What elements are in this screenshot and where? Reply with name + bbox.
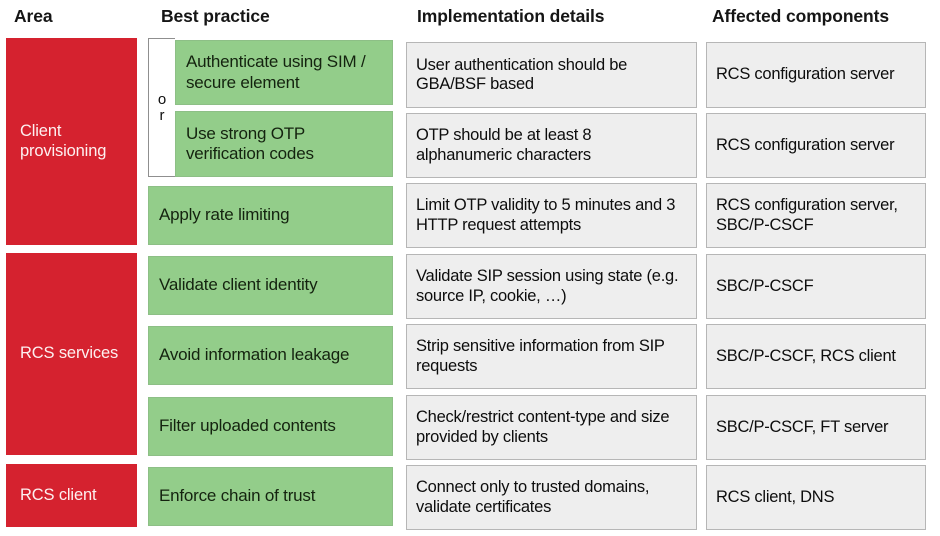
implementation-details-cell: OTP should be at least 8 alphanumeric ch… — [406, 113, 697, 178]
affected-components-cell: SBC/P-CSCF, RCS client — [706, 324, 926, 389]
affected-components-text: SBC/P-CSCF, RCS client — [716, 346, 896, 365]
best-practice-text: Apply rate limiting — [159, 205, 290, 225]
area-cell-client-provisioning: Client provisioning — [6, 38, 137, 245]
column-header-area: Area — [14, 6, 53, 26]
implementation-details-text: User authentication should be GBA/BSF ba… — [416, 55, 628, 93]
best-practice-cell: Use strong OTP verification codes — [175, 111, 393, 177]
best-practice-text: Use strong OTP verification codes — [186, 123, 314, 163]
implementation-details-cell: Limit OTP validity to 5 minutes and 3 HT… — [406, 183, 697, 248]
affected-components-cell: SBC/P-CSCF, FT server — [706, 395, 926, 460]
implementation-details-cell: Strip sensitive information from SIP req… — [406, 324, 697, 389]
implementation-details-text: Strip sensitive information from SIP req… — [416, 337, 665, 375]
affected-components-cell: SBC/P-CSCF — [706, 254, 926, 319]
or-letter-o: o — [157, 91, 167, 109]
implementation-details-text: OTP should be at least 8 alphanumeric ch… — [416, 126, 592, 164]
best-practice-cell: Validate client identity — [148, 256, 393, 315]
area-label: RCS client — [20, 485, 97, 504]
affected-components-text: RCS configuration server — [716, 65, 895, 84]
best-practice-cell: Enforce chain of trust — [148, 467, 393, 526]
implementation-details-text: Limit OTP validity to 5 minutes and 3 HT… — [416, 196, 676, 234]
implementation-details-text: Connect only to trusted domains, validat… — [416, 478, 650, 516]
implementation-details-cell: Check/restrict content-type and size pro… — [406, 395, 697, 460]
affected-components-cell: RCS configuration server — [706, 42, 926, 108]
best-practices-table: Area Best practice Implementation detail… — [0, 0, 940, 536]
implementation-details-cell: Validate SIP session using state (e.g. s… — [406, 254, 697, 319]
best-practice-text: Filter uploaded contents — [159, 416, 336, 436]
affected-components-text: RCS configuration server — [716, 135, 895, 154]
affected-components-text: SBC/P-CSCF, FT server — [716, 417, 889, 436]
implementation-details-text: Validate SIP session using state (e.g. s… — [416, 267, 679, 305]
column-header-best-practice: Best practice — [161, 6, 270, 26]
best-practice-text: Enforce chain of trust — [159, 486, 316, 506]
best-practice-text: Avoid information leakage — [159, 345, 350, 365]
or-connector-label: o r — [158, 92, 166, 123]
affected-components-text: RCS configuration server, SBC/P-CSCF — [716, 196, 898, 234]
area-label: Client provisioning — [20, 122, 107, 160]
affected-components-cell: RCS client, DNS — [706, 465, 926, 530]
area-cell-rcs-services: RCS services — [6, 253, 137, 455]
column-header-affected-components: Affected components — [712, 6, 890, 26]
best-practice-text: Authenticate using SIM / secure element — [186, 52, 366, 92]
affected-components-cell: RCS configuration server, SBC/P-CSCF — [706, 183, 926, 248]
or-letter-r: r — [159, 106, 165, 124]
implementation-details-text: Check/restrict content-type and size pro… — [416, 408, 670, 446]
best-practice-cell: Filter uploaded contents — [148, 397, 393, 456]
column-header-implementation-details: Implementation details — [417, 6, 605, 26]
implementation-details-cell: User authentication should be GBA/BSF ba… — [406, 42, 697, 108]
area-cell-rcs-client: RCS client — [6, 464, 137, 527]
or-connector: o r — [148, 38, 175, 177]
affected-components-text: RCS client, DNS — [716, 487, 835, 506]
area-label: RCS services — [20, 344, 119, 363]
affected-components-text: SBC/P-CSCF — [716, 276, 814, 295]
best-practice-text: Validate client identity — [159, 275, 318, 295]
affected-components-cell: RCS configuration server — [706, 113, 926, 178]
best-practice-cell: Apply rate limiting — [148, 186, 393, 245]
best-practice-cell: Authenticate using SIM / secure element — [175, 40, 393, 105]
implementation-details-cell: Connect only to trusted domains, validat… — [406, 465, 697, 530]
best-practice-cell: Avoid information leakage — [148, 326, 393, 385]
